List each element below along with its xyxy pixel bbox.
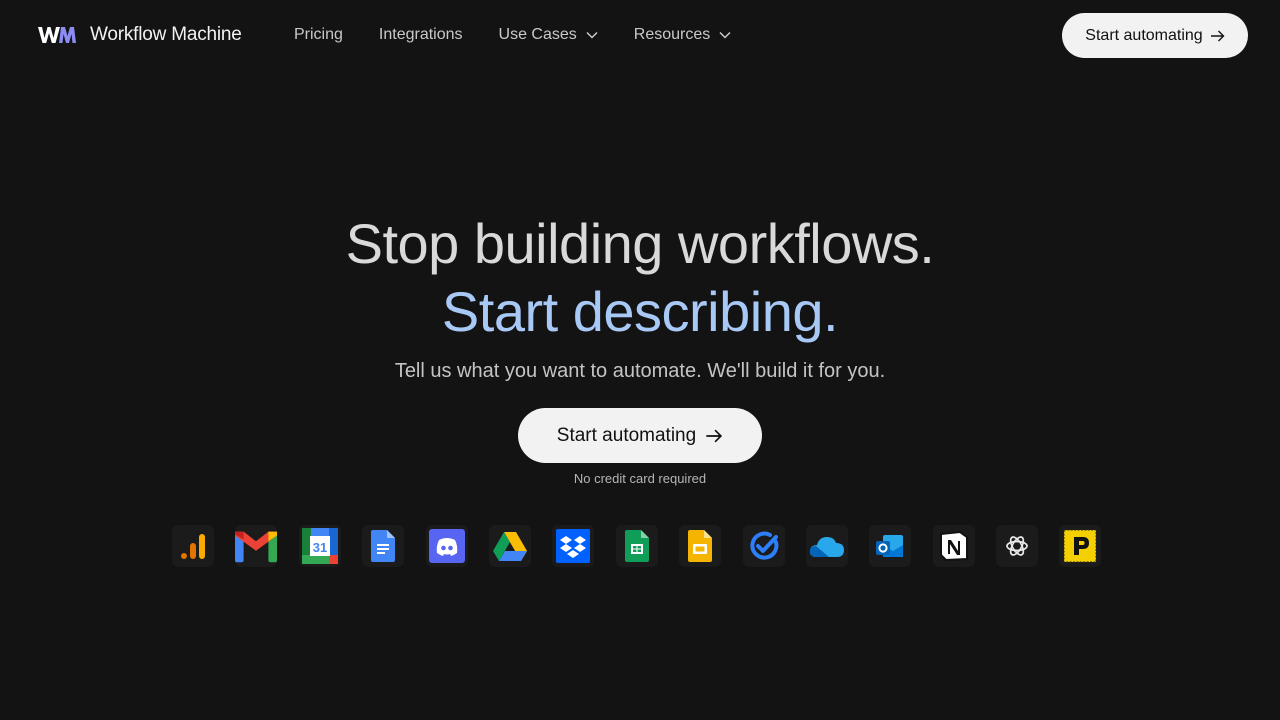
- button-label: Start automating: [556, 424, 697, 446]
- wm-logo-icon: [38, 27, 76, 43]
- google-docs-icon: [362, 525, 405, 567]
- arrow-right-icon: [706, 429, 723, 442]
- hero-subtitle: Tell us what you want to automate. We'll…: [394, 360, 886, 382]
- nav-start-automating-button[interactable]: Start automating: [1062, 13, 1248, 58]
- google-sheets-icon: [615, 525, 658, 567]
- calendar-day-text: 31: [313, 540, 327, 555]
- nav-links: Pricing Integrations Use Cases Resources: [294, 22, 767, 48]
- check-circle-icon: [742, 525, 785, 567]
- outlook-icon: [869, 525, 912, 567]
- producthunt-icon: [1059, 525, 1102, 567]
- nav-link-resources[interactable]: Resources: [634, 26, 731, 44]
- onedrive-icon: [805, 525, 848, 567]
- nav-link-label: Integrations: [378, 26, 463, 43]
- chevron-down-icon: [719, 31, 731, 39]
- hero-title-line-1: Stop building workflows.: [345, 212, 935, 275]
- openai-icon: [996, 525, 1039, 567]
- google-analytics-icon: [172, 525, 214, 567]
- brand-name: Workflow Machine: [90, 24, 242, 45]
- integration-icons-row: 31: [172, 525, 1123, 567]
- google-drive-icon: [488, 525, 531, 567]
- hero-title-line-2: Start describing.: [441, 280, 839, 343]
- chevron-down-icon: [586, 31, 598, 39]
- arrow-right-icon: [1210, 30, 1225, 41]
- notion-icon: [932, 525, 975, 567]
- google-calendar-icon: 31: [298, 525, 341, 567]
- button-label: Start automating: [1085, 26, 1203, 44]
- nav-link-integrations[interactable]: Integrations: [379, 26, 463, 44]
- brand[interactable]: Workflow Machine: [38, 22, 242, 48]
- nav-link-use-cases[interactable]: Use Cases: [499, 26, 598, 44]
- hero-start-automating-button[interactable]: Start automating: [518, 408, 762, 463]
- nav-link-label: Pricing: [294, 26, 343, 43]
- google-slides-icon: [679, 525, 722, 567]
- hero-title: Stop building workflows. Start describin…: [0, 210, 1280, 346]
- nav-link-label: Resources: [633, 26, 711, 43]
- top-navbar: Workflow Machine Pricing Integrations Us…: [0, 0, 1280, 70]
- discord-icon: [425, 525, 468, 567]
- no-credit-card-note: No credit card required: [573, 471, 707, 486]
- gmail-icon: [235, 525, 278, 567]
- nav-link-pricing[interactable]: Pricing: [294, 26, 343, 44]
- dropbox-icon: [552, 525, 595, 567]
- nav-link-label: Use Cases: [498, 26, 577, 43]
